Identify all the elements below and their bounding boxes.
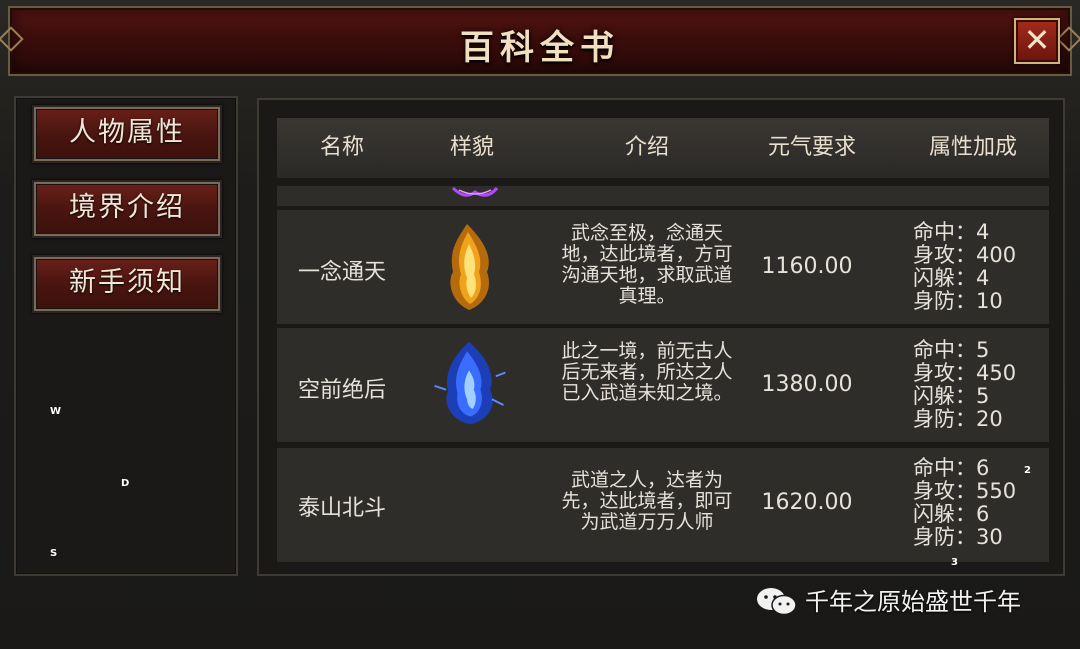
table-row[interactable]: 空前绝后 此之一境，前无古人后无来者，所达之人已入武道未知之境。 1380.00…	[277, 328, 1049, 442]
attribute-attack: 身攻：400	[913, 243, 1017, 267]
window-title: 百科全书	[460, 28, 620, 68]
column-header-name: 名称	[319, 135, 364, 160]
attribute-accuracy: 命中：5	[913, 338, 990, 362]
attribute-defense: 身防：30	[913, 525, 1003, 549]
table-row[interactable]: 一念通天 武念至极，念通天地，达此境者，方可沟通天地，求取武道真理。 1160.…	[277, 210, 1049, 324]
column-header-attributes: 属性加成	[928, 135, 1017, 160]
realm-name: 一念通天	[297, 260, 386, 285]
table-row-partial	[277, 186, 1049, 206]
table-header: 名称 样貌 介绍 元气要求 属性加成	[277, 118, 1049, 180]
realm-intro: 武念至极，念通天地，达此境者，方可沟通天地，求取武道真理。	[561, 222, 733, 307]
realm-intro: 武道之人，达者为先，达此境者，即可为武道万万人师	[561, 469, 733, 533]
row-marker-2: 2	[1024, 465, 1031, 476]
attribute-attack: 身攻：550	[913, 479, 1017, 503]
attribute-defense: 身防：10	[913, 289, 1003, 313]
realm-requirement: 1380.00	[761, 372, 853, 397]
gold-flame-icon	[450, 224, 489, 310]
close-button[interactable]: ✕	[1014, 18, 1060, 64]
realm-table-panel: 名称 样貌 介绍 元气要求 属性加成 一念通天 武念至极，念通天地，达此境者，方…	[257, 98, 1065, 576]
marker-w: W	[50, 406, 62, 417]
sidebar: 人物属性 境界介绍 新手须知 W D S	[14, 96, 238, 576]
sidebar-item-character-attributes[interactable]: 人物属性	[32, 105, 222, 163]
realm-attributes: 命中：4 身攻：400 闪躲：4 身防：10	[913, 221, 1053, 313]
purple-flame-icon	[451, 186, 499, 197]
attribute-dodge: 闪躲：4	[913, 266, 990, 290]
column-header-intro: 介绍	[624, 135, 669, 160]
realm-requirement: 1620.00	[761, 490, 853, 515]
title-bar: 百科全书	[0, 6, 1080, 76]
sidebar-item-realm-intro[interactable]: 境界介绍	[32, 180, 222, 238]
sidebar-item-newbie-guide[interactable]: 新手须知	[32, 255, 222, 313]
wechat-icon	[757, 588, 797, 616]
realm-name: 空前绝后	[297, 378, 386, 403]
game-window: 百科全书 ✕ 人物属性 境界介绍 新手须知 W D S 名称 样貌 介绍 元气要…	[0, 0, 1080, 649]
realm-name: 泰山北斗	[297, 496, 386, 521]
column-header-requirement: 元气要求	[767, 135, 856, 160]
table-row[interactable]: 泰山北斗 武道之人，达者为先，达此境者，即可为武道万万人师 1620.00 命中…	[277, 448, 1049, 562]
attribute-dodge: 闪躲：6	[913, 502, 990, 526]
attribute-accuracy: 命中：4	[913, 220, 990, 244]
attribute-attack: 身攻：450	[913, 361, 1017, 385]
realm-intro: 此之一境，前无古人后无来者，所达之人已入武道未知之境。	[561, 340, 733, 404]
watermark-text: 千年之原始盛世千年	[805, 588, 1021, 616]
marker-d: D	[121, 478, 130, 489]
marker-s: S	[50, 548, 58, 559]
attribute-defense: 身防：20	[913, 407, 1003, 431]
blue-flame-icon	[434, 341, 506, 425]
row-marker-3: 3	[951, 557, 958, 568]
realm-requirement: 1160.00	[761, 254, 853, 279]
column-header-appearance: 样貌	[449, 135, 494, 160]
attribute-dodge: 闪躲：5	[913, 384, 990, 408]
realm-attributes: 命中：5 身攻：450 闪躲：5 身防：20	[913, 339, 1053, 431]
